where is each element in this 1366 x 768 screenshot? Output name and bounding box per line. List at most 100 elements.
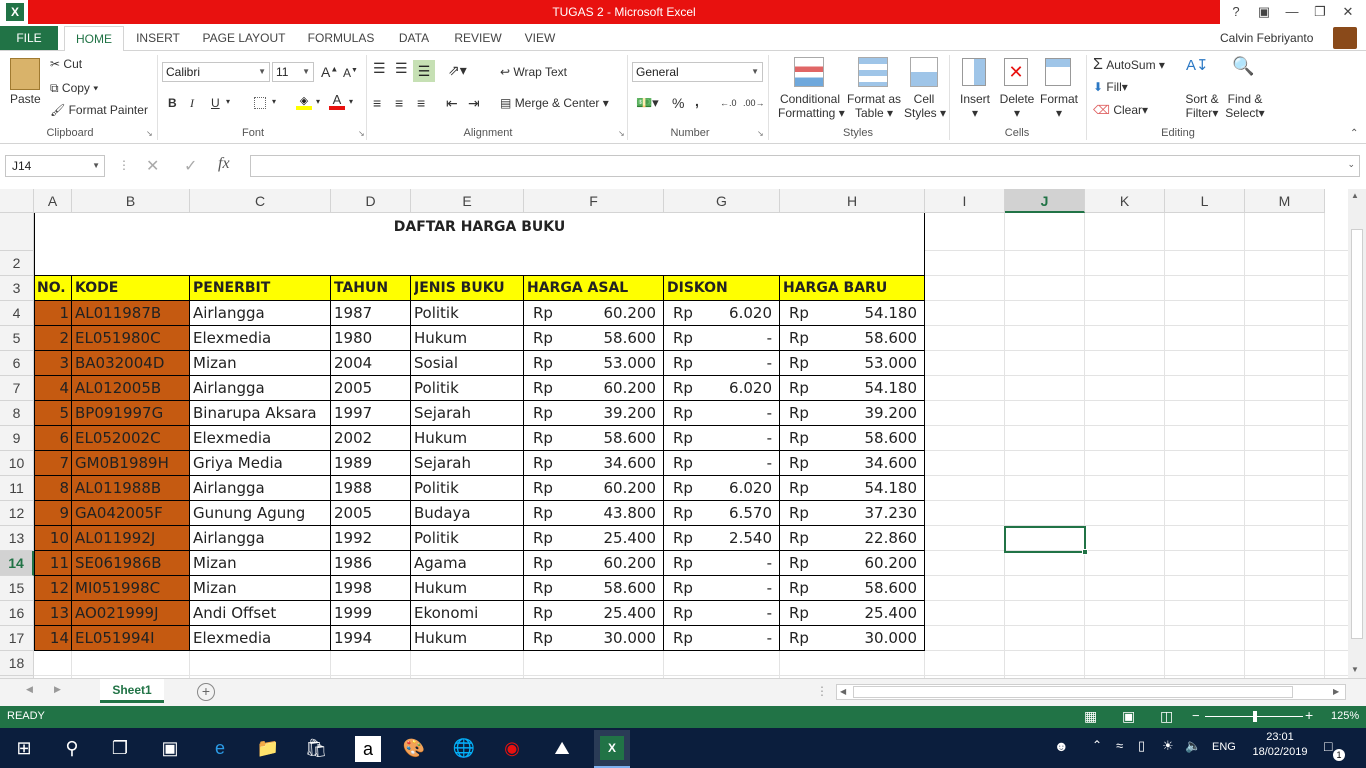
- increase-decimal-icon[interactable]: ←.0: [720, 98, 737, 108]
- volume-icon[interactable]: 🔈: [1185, 738, 1201, 754]
- sheet-title[interactable]: DAFTAR HARGA BUKU: [34, 215, 925, 239]
- table-cell[interactable]: 2005: [334, 376, 408, 400]
- underline-dropdown-icon[interactable]: ▾: [226, 97, 230, 106]
- table-cell[interactable]: AL011987B: [75, 301, 187, 325]
- fill-color-dropdown-icon[interactable]: ▾: [316, 97, 320, 106]
- name-box[interactable]: J14 ▼: [5, 155, 105, 177]
- column-header-i[interactable]: I: [925, 189, 1005, 213]
- table-cell[interactable]: Binarupa Aksara: [193, 401, 328, 425]
- decrease-decimal-icon[interactable]: .00→: [743, 98, 765, 108]
- clock[interactable]: 23:01 18/02/2019: [1252, 731, 1308, 758]
- table-cell[interactable]: Airlangga: [193, 301, 328, 325]
- table-cell[interactable]: 6.020: [694, 376, 772, 400]
- scroll-up-icon[interactable]: ▲: [1351, 191, 1359, 200]
- table-cell[interactable]: EL051994I: [75, 626, 187, 650]
- horizontal-scrollbar[interactable]: ◀ ▶: [836, 684, 1346, 700]
- tab-home[interactable]: HOME: [64, 26, 124, 51]
- table-cell[interactable]: 43.800: [554, 501, 657, 525]
- edge-browser-icon[interactable]: e: [204, 732, 236, 764]
- table-cell[interactable]: Airlangga: [193, 376, 328, 400]
- worksheet-grid[interactable]: ABCDEFGHIJKLM 2 3 4 5 6 7 8 9 10 11 12 13 14 15 16 17 18…: [0, 189, 1348, 678]
- cancel-icon[interactable]: ✕: [146, 156, 159, 176]
- column-header-a[interactable]: A: [34, 189, 72, 213]
- table-cell[interactable]: BP091997G: [75, 401, 187, 425]
- row-header[interactable]: 16: [0, 601, 34, 626]
- decrease-indent-icon[interactable]: ⇤: [446, 95, 458, 112]
- zoom-out-icon[interactable]: −: [1192, 708, 1200, 723]
- column-header-d[interactable]: D: [331, 189, 411, 213]
- table-cell[interactable]: 1989: [334, 451, 408, 475]
- column-header-e[interactable]: E: [411, 189, 524, 213]
- table-cell[interactable]: 60.200: [810, 551, 918, 575]
- dialog-launcher-icon[interactable]: ↘: [146, 129, 153, 138]
- cell-styles-icon[interactable]: [910, 57, 938, 87]
- table-cell[interactable]: -: [694, 601, 772, 625]
- column-header-g[interactable]: G: [664, 189, 780, 213]
- page-break-view-icon[interactable]: ◫: [1160, 708, 1173, 725]
- paste-button[interactable]: Paste: [10, 92, 41, 106]
- table-cell[interactable]: -: [694, 426, 772, 450]
- table-cell[interactable]: Hukum: [414, 626, 521, 650]
- table-cell[interactable]: 60.200: [554, 376, 657, 400]
- insert-function-icon[interactable]: fx: [218, 155, 230, 173]
- table-cell[interactable]: Airlangga: [193, 476, 328, 500]
- close-icon[interactable]: ✕: [1334, 0, 1362, 24]
- table-cell[interactable]: Sejarah: [414, 451, 521, 475]
- format-painter-button[interactable]: 🖌 Format Painter: [50, 103, 148, 117]
- page-layout-view-icon[interactable]: ▣: [1122, 708, 1135, 725]
- table-cell[interactable]: 54.180: [810, 476, 918, 500]
- formula-input[interactable]: ⌄: [250, 155, 1360, 177]
- table-header-cell[interactable]: HARGA ASAL: [527, 276, 663, 300]
- tab-view[interactable]: VIEW: [518, 26, 562, 50]
- delete-cells-button[interactable]: Delete ▾: [998, 92, 1036, 120]
- table-cell[interactable]: 34.600: [810, 451, 918, 475]
- row-header[interactable]: 4: [0, 301, 34, 326]
- cell-styles-button[interactable]: Cell Styles ▾: [904, 92, 946, 120]
- find-select-button[interactable]: Find & Select▾: [1222, 92, 1268, 120]
- download-manager-icon[interactable]: 🌐: [448, 732, 480, 764]
- conditional-formatting-button[interactable]: Conditional Formatting ▾: [778, 92, 845, 120]
- paint-icon[interactable]: 🎨: [398, 732, 430, 764]
- table-cell[interactable]: 1980: [334, 326, 408, 350]
- excel-app-icon[interactable]: X: [6, 3, 24, 21]
- sheet-tab-sheet1[interactable]: Sheet1: [100, 679, 164, 703]
- notification-icon[interactable]: □: [1324, 738, 1332, 754]
- table-cell[interactable]: 58.600: [554, 576, 657, 600]
- table-cell[interactable]: 58.600: [810, 576, 918, 600]
- table-cell[interactable]: GM0B1989H: [75, 451, 187, 475]
- grow-font-icon[interactable]: A▲: [321, 64, 338, 80]
- row-header[interactable]: 3: [0, 276, 34, 301]
- column-header-l[interactable]: L: [1165, 189, 1245, 213]
- column-header-k[interactable]: K: [1085, 189, 1165, 213]
- table-cell[interactable]: 2: [37, 326, 69, 350]
- shrink-font-icon[interactable]: A▼: [343, 66, 358, 80]
- row-header[interactable]: 9: [0, 426, 34, 451]
- align-right-icon[interactable]: ≡: [417, 95, 425, 111]
- table-cell[interactable]: Agama: [414, 551, 521, 575]
- table-cell[interactable]: 1999: [334, 601, 408, 625]
- horizontal-scroll-thumb[interactable]: [853, 686, 1293, 698]
- column-header-f[interactable]: F: [524, 189, 664, 213]
- prev-sheet-icon[interactable]: ◀: [26, 684, 33, 695]
- zoom-level[interactable]: 125%: [1331, 710, 1359, 722]
- row-header[interactable]: 12: [0, 501, 34, 526]
- tab-page-layout[interactable]: PAGE LAYOUT: [196, 26, 292, 50]
- table-cell[interactable]: 34.600: [554, 451, 657, 475]
- italic-button[interactable]: I: [190, 96, 194, 111]
- format-as-table-icon[interactable]: [858, 57, 888, 87]
- borders-dropdown-icon[interactable]: ▾: [272, 97, 276, 106]
- table-cell[interactable]: SE061986B: [75, 551, 187, 575]
- fill-button[interactable]: ⬇ Fill▾: [1093, 80, 1128, 94]
- task-view-icon[interactable]: ❐: [104, 732, 136, 764]
- dialog-launcher-icon[interactable]: ↘: [618, 129, 625, 138]
- enter-icon[interactable]: ✓: [184, 156, 197, 176]
- borders-icon[interactable]: [254, 97, 266, 109]
- currency-icon[interactable]: 💵▾: [636, 95, 659, 111]
- font-name-select[interactable]: Calibri ▼: [162, 62, 270, 82]
- binoculars-icon[interactable]: 🔍: [1232, 56, 1254, 77]
- align-center-icon[interactable]: ≡: [395, 95, 403, 111]
- align-top-icon[interactable]: ☰: [373, 60, 386, 77]
- row-header[interactable]: 8: [0, 401, 34, 426]
- paste-icon[interactable]: [10, 58, 40, 90]
- restore-icon[interactable]: ❐: [1306, 0, 1334, 24]
